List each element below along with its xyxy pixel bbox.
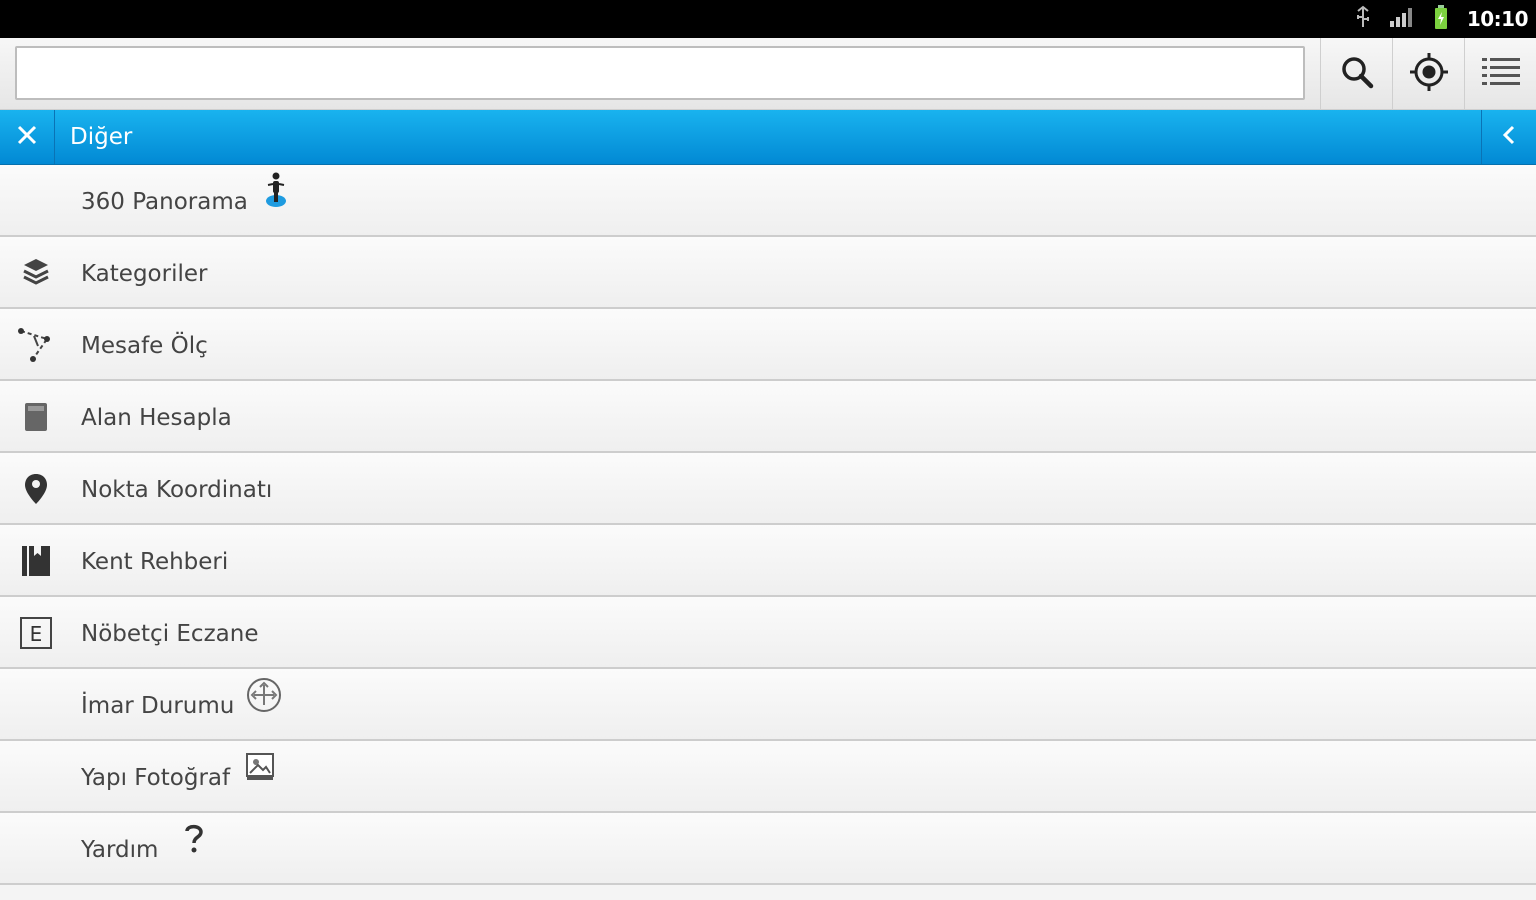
menu-item-label: Nokta Koordinatı (81, 477, 273, 503)
city-guide-icon (16, 543, 56, 579)
area-icon (16, 399, 56, 435)
panel-header: Diğer (0, 110, 1536, 165)
menu-item-yardim[interactable]: Yardım (0, 813, 1536, 885)
zoning-icon (244, 675, 284, 715)
toolbar (0, 38, 1536, 110)
clock: 10:10 (1466, 7, 1529, 31)
menu-item-label: 360 Panorama (81, 189, 248, 215)
menu-item-mesafe-olc[interactable]: Mesafe Ölç (0, 309, 1536, 381)
close-button[interactable] (0, 110, 55, 164)
layers-icon (16, 255, 56, 291)
menu-item-360-panorama[interactable]: 360 Panorama (0, 165, 1536, 237)
menu-item-yapi-fotograf[interactable]: Yapı Fotoğraf (0, 741, 1536, 813)
menu-item-label: Yapı Fotoğraf (81, 765, 231, 791)
menu-item-label: Kategoriler (81, 261, 208, 287)
menu-item-label: Nöbetçi Eczane (81, 621, 259, 647)
battery-icon (1433, 4, 1449, 34)
close-icon (16, 124, 38, 150)
measure-distance-icon (16, 327, 56, 363)
chevron-left-icon (1501, 123, 1517, 151)
menu-item-nobetci-eczane[interactable]: E Nöbetçi Eczane (0, 597, 1536, 669)
menu-button[interactable] (1464, 38, 1536, 110)
search-button[interactable] (1320, 38, 1392, 110)
menu-item-kategoriler[interactable]: Kategoriler (0, 237, 1536, 309)
menu-item-label: Alan Hesapla (81, 405, 232, 431)
menu-item-label: Kent Rehberi (81, 549, 229, 575)
menu-list: 360 Panorama Kategoriler Mesafe Ölç Alan… (0, 165, 1536, 885)
svg-text:E: E (30, 622, 43, 646)
menu-item-imar-durumu[interactable]: İmar Durumu (0, 669, 1536, 741)
search-input[interactable] (15, 46, 1305, 100)
pharmacy-e-icon: E (16, 615, 56, 651)
signal-icon (1389, 6, 1415, 32)
menu-item-nokta-koordinati[interactable]: Nokta Koordinatı (0, 453, 1536, 525)
locate-icon (1409, 52, 1449, 96)
back-button[interactable] (1481, 110, 1536, 164)
photo-icon (240, 747, 280, 787)
status-bar: 10:10 (0, 0, 1536, 38)
pegman-icon (256, 171, 296, 211)
panel-title: Diğer (70, 124, 133, 150)
location-pin-icon (16, 471, 56, 507)
menu-item-alan-hesapla[interactable]: Alan Hesapla (0, 381, 1536, 453)
menu-item-label: Yardım (81, 837, 159, 863)
usb-icon (1355, 5, 1371, 33)
menu-item-label: Mesafe Ölç (81, 333, 208, 359)
menu-item-label: İmar Durumu (81, 693, 235, 719)
my-location-button[interactable] (1392, 38, 1464, 110)
menu-item-kent-rehberi[interactable]: Kent Rehberi (0, 525, 1536, 597)
menu-list-icon (1481, 55, 1521, 93)
help-question-icon (174, 819, 214, 859)
search-icon (1340, 55, 1374, 93)
